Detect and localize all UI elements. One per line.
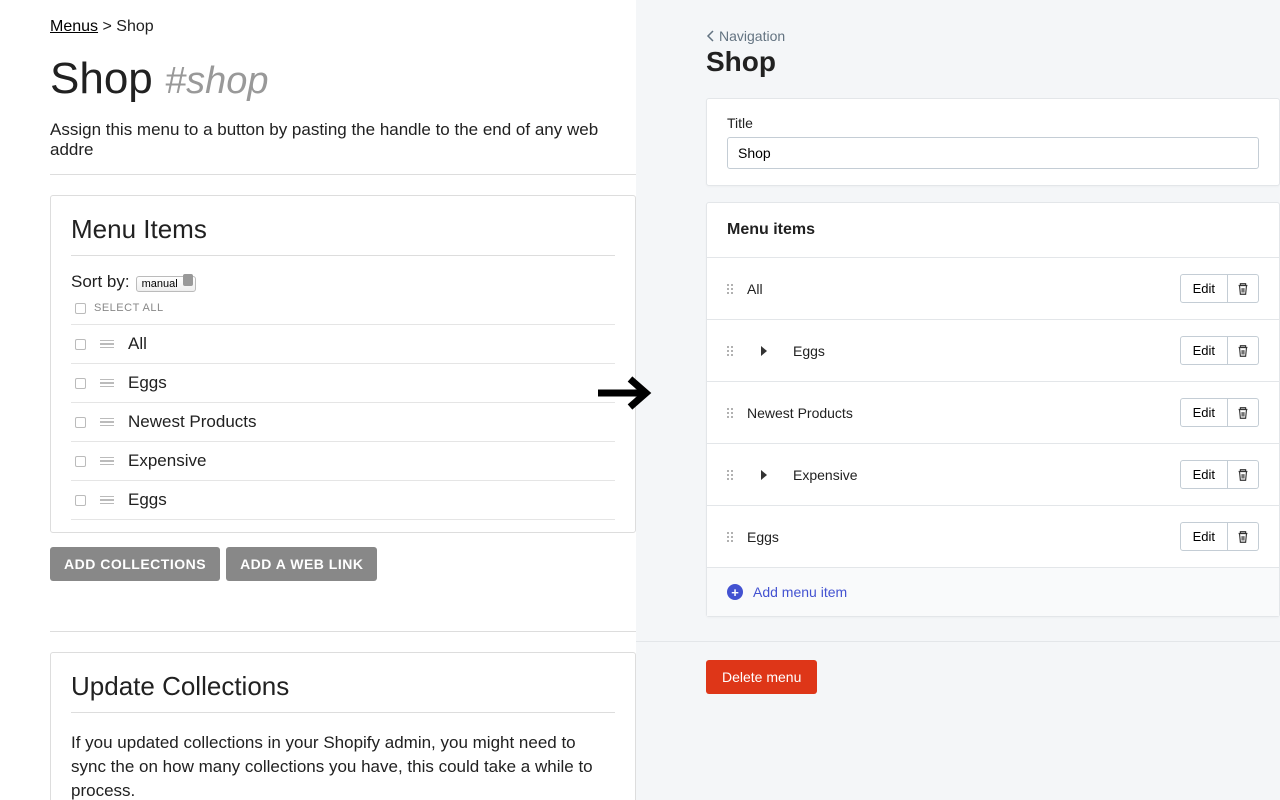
- delete-item-button[interactable]: [1228, 460, 1259, 489]
- edit-button[interactable]: Edit: [1180, 522, 1228, 551]
- menu-items-panel: Menu Items Sort by: manual SELECT ALL Al…: [50, 195, 636, 533]
- edit-button[interactable]: Edit: [1180, 274, 1228, 303]
- item-label: Newest Products: [747, 405, 1166, 421]
- arrow-icon: [596, 370, 652, 425]
- menu-item-row: All: [71, 324, 615, 363]
- trash-icon: [1236, 344, 1250, 358]
- plus-circle-icon: +: [727, 584, 743, 600]
- menu-item-row: Eggs: [71, 480, 615, 520]
- breadcrumb-current: Shop: [116, 18, 153, 35]
- menu-items-heading: Menu Items: [71, 214, 615, 256]
- menu-items-section-heading: Menu items: [707, 203, 1279, 257]
- item-label: Eggs: [128, 373, 167, 393]
- divider: [50, 174, 636, 175]
- menu-item-row: Newest Products Edit: [707, 381, 1279, 443]
- right-page-title: Shop: [706, 46, 1280, 78]
- edit-button[interactable]: Edit: [1180, 460, 1228, 489]
- delete-item-button[interactable]: [1228, 274, 1259, 303]
- drag-handle-icon[interactable]: [727, 346, 733, 356]
- add-collections-button[interactable]: ADD COLLECTIONS: [50, 547, 220, 581]
- delete-item-button[interactable]: [1228, 336, 1259, 365]
- update-collections-panel: Update Collections If you updated collec…: [50, 652, 636, 800]
- item-label: Eggs: [793, 343, 1166, 359]
- trash-icon: [1236, 406, 1250, 420]
- item-label: All: [747, 281, 1166, 297]
- select-all-label: SELECT ALL: [94, 302, 164, 314]
- item-label: Newest Products: [128, 412, 257, 432]
- drag-handle-icon[interactable]: [727, 532, 733, 542]
- item-checkbox[interactable]: [75, 495, 86, 506]
- menu-item-row: All Edit: [707, 257, 1279, 319]
- menu-item-row: Eggs: [71, 363, 615, 402]
- item-checkbox[interactable]: [75, 417, 86, 428]
- sort-select[interactable]: manual: [136, 276, 196, 292]
- drag-handle-icon[interactable]: [100, 340, 114, 349]
- title-field-label: Title: [727, 115, 1259, 131]
- edit-button[interactable]: Edit: [1180, 398, 1228, 427]
- item-label: Expensive: [128, 451, 206, 471]
- drag-handle-icon[interactable]: [100, 457, 114, 466]
- select-all-checkbox[interactable]: [75, 303, 86, 314]
- item-label: Eggs: [747, 529, 1166, 545]
- update-collections-description: If you updated collections in your Shopi…: [71, 731, 615, 800]
- trash-icon: [1236, 468, 1250, 482]
- menu-item-row: Eggs Edit: [707, 505, 1279, 567]
- page-description: Assign this menu to a button by pasting …: [50, 120, 636, 160]
- item-label: All: [128, 334, 147, 354]
- update-collections-heading: Update Collections: [71, 671, 615, 713]
- menu-item-row: Eggs Edit: [707, 319, 1279, 381]
- drag-handle-icon[interactable]: [727, 284, 733, 294]
- sort-label: Sort by:: [71, 272, 130, 292]
- menu-item-row: Newest Products: [71, 402, 615, 441]
- expand-caret-icon[interactable]: [761, 346, 767, 356]
- edit-button[interactable]: Edit: [1180, 336, 1228, 365]
- divider: [50, 631, 636, 632]
- divider: [636, 641, 1280, 642]
- breadcrumb-separator: >: [102, 18, 111, 35]
- chevron-left-icon: [706, 30, 715, 42]
- drag-handle-icon[interactable]: [100, 418, 114, 427]
- trash-icon: [1236, 530, 1250, 544]
- back-link[interactable]: Navigation: [706, 28, 1280, 44]
- drag-handle-icon[interactable]: [100, 496, 114, 505]
- item-checkbox[interactable]: [75, 339, 86, 350]
- menu-item-row: Expensive Edit: [707, 443, 1279, 505]
- breadcrumb: Menus > Shop: [50, 18, 636, 36]
- delete-menu-button[interactable]: Delete menu: [706, 660, 817, 694]
- add-menu-item-button[interactable]: + Add menu item: [707, 567, 1279, 616]
- menu-item-row: Expensive: [71, 441, 615, 480]
- add-web-link-button[interactable]: ADD A WEB LINK: [226, 547, 377, 581]
- expand-caret-icon[interactable]: [761, 470, 767, 480]
- item-label: Eggs: [128, 490, 167, 510]
- trash-icon: [1236, 282, 1250, 296]
- handle-tag: #shop: [165, 60, 269, 102]
- delete-item-button[interactable]: [1228, 522, 1259, 551]
- page-title: Shop #shop: [50, 54, 636, 104]
- item-label: Expensive: [793, 467, 1166, 483]
- drag-handle-icon[interactable]: [727, 470, 733, 480]
- item-checkbox[interactable]: [75, 456, 86, 467]
- drag-handle-icon[interactable]: [100, 379, 114, 388]
- delete-item-button[interactable]: [1228, 398, 1259, 427]
- drag-handle-icon[interactable]: [727, 408, 733, 418]
- title-input[interactable]: [727, 137, 1259, 169]
- breadcrumb-link-menus[interactable]: Menus: [50, 18, 98, 35]
- item-checkbox[interactable]: [75, 378, 86, 389]
